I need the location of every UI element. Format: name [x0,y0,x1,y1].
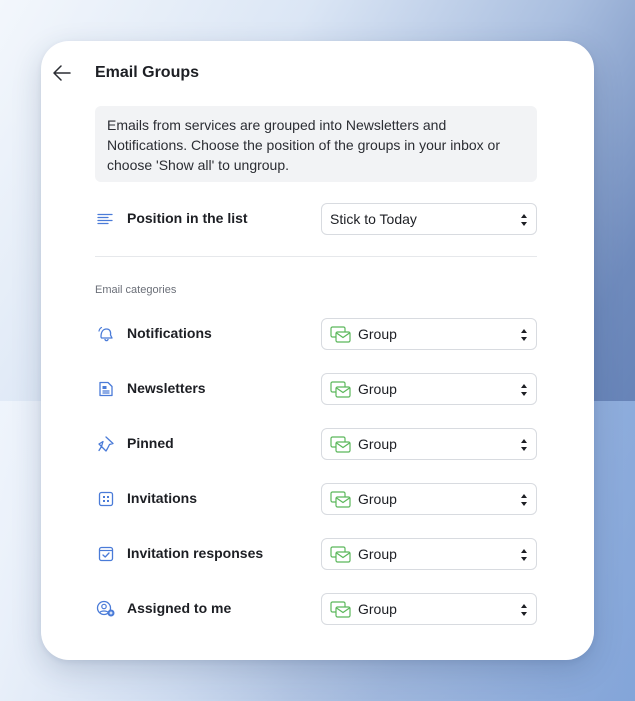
position-select-value: Stick to Today [330,211,417,227]
calendar-icon [95,489,117,509]
category-label: Newsletters [127,380,206,396]
newsletter-icon [95,379,117,399]
category-row-invitations: Invitations Group [95,483,537,515]
position-select[interactable]: Stick to Today [321,203,537,235]
select-arrows-icon [521,384,527,396]
category-select-value: Group [358,601,397,617]
select-arrows-icon [521,214,527,226]
email-groups-panel: Email Groups Emails from services are gr… [41,41,594,660]
category-select-value: Group [358,491,397,507]
section-label: Email categories [95,284,177,296]
category-row-assigned-to-me: Assigned to me Group [95,593,537,625]
category-select-invitations[interactable]: Group [321,483,537,515]
group-icon [330,491,351,508]
group-icon [330,436,351,453]
select-arrows-icon [521,329,527,341]
category-select-assigned-to-me[interactable]: Group [321,593,537,625]
category-select-pinned[interactable]: Group [321,428,537,460]
category-row-newsletters: Newsletters Group [95,373,537,405]
category-select-value: Group [358,436,397,452]
group-icon [330,326,351,343]
category-label: Notifications [127,325,212,341]
calendar-check-icon [95,544,117,564]
position-label: Position in the list [127,210,248,226]
page-title: Email Groups [95,64,200,81]
category-select-newsletters[interactable]: Group [321,373,537,405]
user-assigned-icon [95,599,117,619]
category-select-invitation-responses[interactable]: Group [321,538,537,570]
select-arrows-icon [521,439,527,451]
bell-icon [95,324,117,344]
category-select-value: Group [358,381,397,397]
group-icon [330,381,351,398]
pin-icon [95,434,117,454]
select-arrows-icon [521,494,527,506]
category-select-notifications[interactable]: Group [321,318,537,350]
back-button[interactable] [51,62,73,84]
category-label: Pinned [127,435,174,451]
arrow-left-icon [53,65,71,81]
select-arrows-icon [521,604,527,616]
list-lines-icon [95,209,117,229]
position-row: Position in the list Stick to Today [95,203,537,235]
category-select-value: Group [358,326,397,342]
divider [95,256,537,257]
group-icon [330,546,351,563]
category-row-notifications: Notifications Group [95,318,537,350]
category-label: Invitations [127,490,198,506]
select-arrows-icon [521,549,527,561]
category-label: Assigned to me [127,600,232,616]
info-box: Emails from services are grouped into Ne… [95,106,537,182]
category-select-value: Group [358,546,397,562]
group-icon [330,601,351,618]
category-label: Invitation responses [127,545,264,561]
category-row-pinned: Pinned Group [95,428,537,460]
category-row-invitation-responses: Invitation responses Group [95,538,537,570]
